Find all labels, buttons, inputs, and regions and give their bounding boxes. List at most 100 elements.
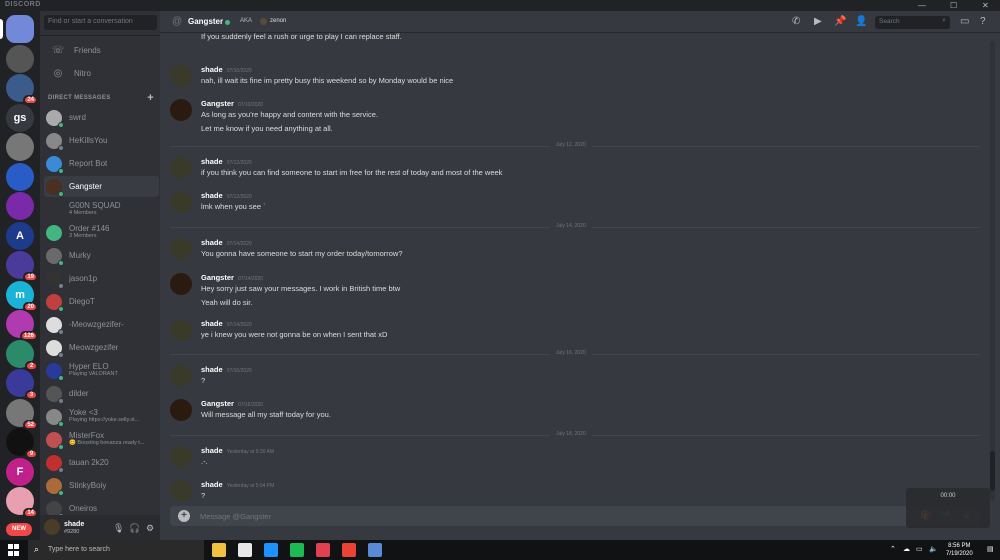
server-icon[interactable]: 3 xyxy=(6,369,38,400)
dm-item[interactable]: Hyper ELO Playing VALORANT xyxy=(44,360,159,381)
message-avatar[interactable] xyxy=(170,365,192,387)
close-icon[interactable]: ✕ xyxy=(982,0,989,11)
pin-icon[interactable]: 📌 xyxy=(834,16,846,27)
new-button[interactable]: NEW xyxy=(6,523,32,536)
message-author[interactable]: shade xyxy=(201,157,223,166)
server-icon[interactable]: 19 xyxy=(6,251,38,282)
server-icon[interactable]: gs xyxy=(6,103,34,132)
dm-item[interactable]: Report Bot xyxy=(44,153,159,174)
dm-item[interactable]: -Meowzgezifer- xyxy=(44,314,159,335)
server-icon[interactable]: F xyxy=(6,457,34,486)
server-icon[interactable]: 126 xyxy=(6,310,38,341)
dm-item[interactable]: swrd xyxy=(44,107,159,128)
windows-start-icon[interactable] xyxy=(8,544,20,556)
call-icon[interactable]: ✆ xyxy=(792,16,800,27)
message-author[interactable]: Gangster xyxy=(201,399,234,408)
user-avatar[interactable] xyxy=(44,519,60,535)
message-author[interactable]: Gangster xyxy=(201,273,234,282)
message-author[interactable]: shade xyxy=(201,238,223,247)
message-author[interactable]: shade xyxy=(201,446,223,455)
app-title: DISCORD xyxy=(5,1,41,8)
taskbar-app-icon[interactable] xyxy=(290,543,304,557)
volume-icon[interactable]: 🔈 xyxy=(929,545,938,553)
battery-icon[interactable]: ▭ xyxy=(916,545,923,553)
add-attachment-icon[interactable]: + xyxy=(178,510,190,522)
headphones-icon[interactable]: 🎧 xyxy=(129,523,140,534)
dm-item[interactable]: Order #146 3 Members xyxy=(44,222,159,243)
message-author[interactable]: shade xyxy=(201,65,223,74)
dm-item[interactable]: dilder xyxy=(44,383,159,404)
taskbar-search-input[interactable]: ⌕ Type here to search xyxy=(28,540,204,560)
server-icon[interactable]: A xyxy=(6,221,34,250)
server-icon[interactable]: 24 xyxy=(6,74,38,105)
conversation-search-input[interactable]: Find or start a conversation xyxy=(44,15,157,30)
taskbar-app-icon[interactable] xyxy=(212,543,226,557)
home-server-icon[interactable] xyxy=(6,15,34,43)
taskbar-app-icon[interactable] xyxy=(368,543,382,557)
message-avatar[interactable] xyxy=(170,273,192,295)
notifications-icon[interactable]: ▤ xyxy=(987,545,994,553)
message-avatar[interactable] xyxy=(170,319,192,341)
dm-avatar xyxy=(46,316,64,335)
message: shade 07/16/2020? xyxy=(170,365,980,393)
network-icon[interactable]: ☁ xyxy=(903,545,910,553)
message-avatar[interactable] xyxy=(170,65,192,87)
server-icon[interactable] xyxy=(6,44,34,73)
message-avatar[interactable] xyxy=(170,480,192,502)
server-icon[interactable] xyxy=(6,162,34,191)
dm-item[interactable]: DiegoT xyxy=(44,291,159,312)
video-call-icon[interactable]: ▶ xyxy=(814,16,822,27)
dm-item[interactable]: Meowzgezifer xyxy=(44,337,159,358)
dm-item[interactable]: HeKillsYou xyxy=(44,130,159,151)
server-icon[interactable]: m 20 xyxy=(6,280,38,312)
dm-item[interactable]: tauan 2k20 xyxy=(44,452,159,473)
taskbar-app-icon[interactable] xyxy=(342,543,356,557)
server-icon[interactable]: 14 xyxy=(6,487,38,518)
taskbar-app-icon[interactable] xyxy=(238,543,252,557)
dm-item[interactable]: Gangster xyxy=(44,176,159,197)
message-author[interactable]: Gangster xyxy=(201,99,234,108)
message-avatar[interactable] xyxy=(170,99,192,121)
dm-subtitle: Playing VALORANT xyxy=(69,371,118,378)
server-icon[interactable]: 2 xyxy=(6,339,38,371)
message: shade 07/14/2020 You gonna have someone to… xyxy=(170,238,980,266)
message-author[interactable]: shade xyxy=(201,480,223,489)
create-dm-icon[interactable]: + xyxy=(147,92,154,104)
inbox-icon[interactable]: ▭ xyxy=(960,16,969,27)
message-author[interactable]: shade xyxy=(201,191,223,200)
server-icon[interactable] xyxy=(6,133,34,161)
message-avatar[interactable] xyxy=(170,399,192,421)
add-member-icon[interactable]: 👤 xyxy=(855,16,867,27)
dm-item[interactable]: MisterFox 😊 Boosting bonanza ready t... xyxy=(44,429,159,450)
taskbar-app-icon[interactable] xyxy=(316,543,330,557)
taskbar-app-icon[interactable] xyxy=(264,543,278,557)
mic-icon[interactable]: 🎙 xyxy=(113,523,124,534)
dm-item[interactable]: jason1p xyxy=(44,268,159,289)
message-avatar[interactable] xyxy=(170,446,192,468)
friends-nav-item[interactable]: ☏ Friends xyxy=(44,40,157,60)
header-search-input[interactable]: Search ⌕ xyxy=(875,16,950,29)
scrollbar-thumb[interactable] xyxy=(990,451,995,491)
maximize-icon[interactable]: ☐ xyxy=(950,0,957,11)
nitro-nav-item[interactable]: ◎ Nitro xyxy=(44,63,157,83)
message-avatar[interactable] xyxy=(170,238,192,260)
message-input[interactable]: Message @Gangster xyxy=(200,512,271,521)
server-icon[interactable]: 9 xyxy=(6,428,38,459)
dm-item[interactable]: StinkyBoiy xyxy=(44,475,159,496)
message-composer[interactable]: + Message @Gangster 🎁 GIF ☺ xyxy=(170,506,980,526)
dm-item[interactable]: Yoke <3 Playing https://yoke.selly.st... xyxy=(44,406,159,427)
message-avatar[interactable] xyxy=(170,157,192,179)
server-icon[interactable]: 52 xyxy=(6,398,38,430)
scrollbar-track[interactable] xyxy=(990,41,995,501)
dm-item[interactable]: G00N SQUAD 4 Members xyxy=(44,199,159,220)
tray-chevron-icon[interactable]: ⌃ xyxy=(890,545,896,553)
settings-icon[interactable]: ⚙ xyxy=(146,523,154,534)
message-author[interactable]: shade xyxy=(201,365,223,374)
taskbar-clock[interactable]: 8:56 PM 7/19/2020 xyxy=(946,542,973,558)
help-icon[interactable]: ? xyxy=(980,16,986,27)
message-author[interactable]: shade xyxy=(201,319,223,328)
minimize-icon[interactable]: — xyxy=(918,0,926,11)
dm-item[interactable]: Murky xyxy=(44,245,159,266)
server-icon[interactable] xyxy=(6,192,34,220)
message-avatar[interactable] xyxy=(170,191,192,213)
